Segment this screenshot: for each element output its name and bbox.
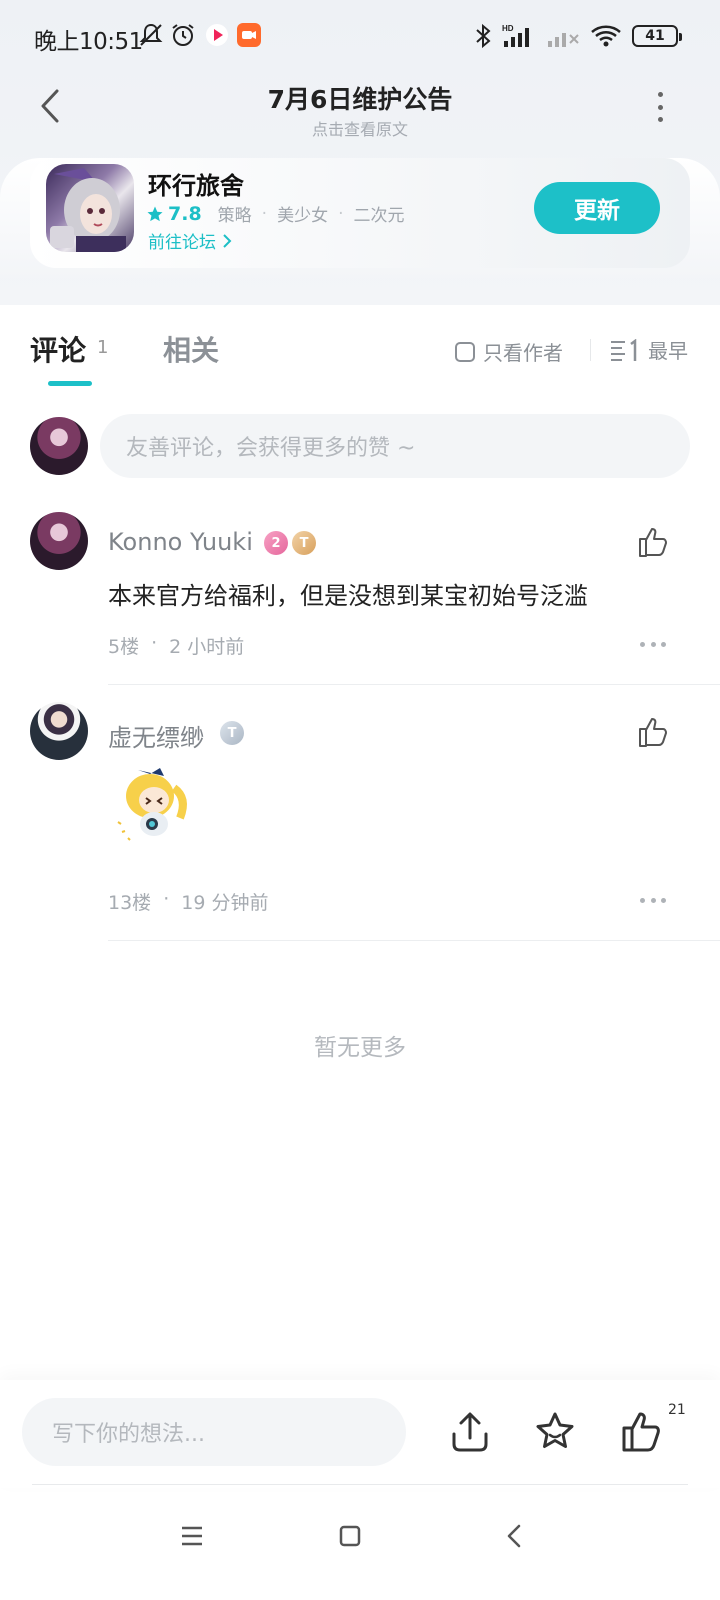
author-only-label: 只看作者	[483, 341, 563, 365]
favorite-star-icon[interactable]	[533, 1410, 577, 1454]
comment-time: 19 分钟前	[181, 892, 269, 914]
comment-meta: 13楼 · 19 分钟前	[108, 888, 268, 915]
author-only-checkbox[interactable]	[455, 341, 475, 362]
game-rating: 7.8	[168, 202, 202, 225]
more-dot	[650, 897, 656, 903]
forum-link[interactable]: 前往论坛	[148, 228, 232, 253]
video-app-icon	[206, 24, 228, 46]
more-dot	[661, 641, 666, 647]
star-icon	[147, 206, 163, 221]
tag-separator: ·	[261, 203, 268, 224]
game-card[interactable]: 环行旅舍 7.8 策略 · 美少女 · 二次元 前往论坛 更新	[30, 158, 690, 268]
more-dot	[640, 641, 645, 647]
more-dot	[650, 641, 656, 647]
avatar[interactable]	[30, 512, 88, 570]
author-only-toggle[interactable]: 只看作者	[455, 337, 563, 366]
comment-floor: 13楼	[108, 892, 152, 914]
signal-icon: HD	[502, 24, 529, 47]
more-dot	[657, 104, 663, 110]
alarm-icon	[172, 24, 194, 46]
game-icon[interactable]	[46, 164, 134, 252]
game-meta: 7.8 策略 · 美少女 · 二次元	[146, 201, 414, 226]
tab-bar: 评论 1 相关 只看作者 最早	[0, 305, 720, 395]
comment-divider	[108, 940, 720, 941]
sticker-image[interactable]	[108, 762, 204, 842]
menu-icon	[182, 1526, 202, 1546]
update-button[interactable]: 更新	[534, 182, 660, 234]
thumbs-up-icon[interactable]	[636, 715, 670, 749]
comment-more-button[interactable]	[640, 640, 666, 648]
game-tag: 策略	[217, 206, 252, 226]
more-dot	[657, 92, 663, 97]
camera-app-icon	[237, 23, 261, 47]
comment-divider	[108, 684, 720, 685]
bell-off-icon	[139, 23, 163, 46]
share-icon[interactable]	[448, 1410, 492, 1454]
game-tag: 二次元	[353, 206, 405, 226]
meta-dot: ·	[163, 888, 170, 910]
chevron-right-icon	[223, 233, 232, 248]
svg-text:HD: HD	[502, 24, 514, 33]
tab-divider	[590, 339, 591, 361]
system-navigation-bar	[0, 1496, 720, 1576]
tag-separator: ·	[338, 203, 344, 224]
battery-icon: 41	[632, 25, 682, 47]
bottom-action-bar: 写下你的想法... 21	[0, 1380, 720, 1488]
like-icon[interactable]	[620, 1410, 664, 1454]
sort-icon	[611, 338, 637, 361]
meta-dot: ·	[151, 632, 158, 654]
sort-label: 最早	[648, 339, 688, 363]
game-tag: 美少女	[277, 206, 329, 226]
view-original-link[interactable]: 点击查看原文	[0, 116, 720, 140]
status-right-group: HD 41	[474, 20, 682, 52]
my-avatar[interactable]	[30, 417, 88, 475]
status-bar: 晚上10:51 HD 41	[0, 0, 720, 72]
tab-comments[interactable]: 评论	[30, 329, 86, 369]
comment-meta: 5楼 · 2 小时前	[108, 632, 244, 659]
more-menu-button[interactable]	[648, 92, 672, 122]
write-thought-input[interactable]: 写下你的想法...	[22, 1398, 406, 1466]
level-badge: 2	[264, 531, 288, 555]
home-button[interactable]	[330, 1516, 370, 1556]
comment-floor: 5楼	[108, 636, 140, 658]
menu-button[interactable]	[172, 1516, 212, 1556]
more-dot	[657, 117, 663, 122]
sort-button[interactable]: 最早	[610, 335, 688, 364]
comment-text[interactable]: 本来官方给福利，但是没想到某宝初始号泛滥	[108, 576, 588, 611]
tab-related[interactable]: 相关	[163, 329, 219, 369]
page-title[interactable]: 7月6日维护公告	[0, 80, 720, 116]
status-time: 晚上10:51	[34, 29, 143, 55]
comment-more-button[interactable]	[640, 896, 666, 904]
more-dot	[640, 897, 645, 903]
home-square-icon	[339, 1525, 361, 1547]
like-count: 21	[668, 1402, 686, 1418]
system-back-button[interactable]	[494, 1516, 534, 1556]
rank-badge: T	[292, 531, 316, 555]
rank-badge: T	[220, 721, 244, 745]
game-character-image	[50, 168, 126, 252]
signal-off-icon	[548, 33, 579, 47]
comment-username[interactable]: Konno Yuuki	[108, 528, 253, 556]
active-tab-indicator	[48, 381, 92, 386]
avatar[interactable]	[30, 702, 88, 760]
comments-count: 1	[97, 337, 109, 358]
comment-time: 2 小时前	[169, 636, 245, 658]
bottom-divider	[32, 1484, 688, 1485]
game-name[interactable]: 环行旅舍	[148, 166, 244, 201]
more-dot	[661, 897, 666, 903]
back-arrow-icon	[507, 1524, 521, 1548]
thumbs-up-icon[interactable]	[636, 525, 670, 559]
comment-input[interactable]: 友善评论，会获得更多的赞 ~	[100, 414, 690, 478]
comment-username[interactable]: 虚无缥缈	[108, 718, 204, 753]
forum-link-label: 前往论坛	[148, 233, 216, 253]
no-more-text: 暂无更多	[314, 1035, 406, 1061]
bluetooth-icon	[476, 23, 491, 49]
wifi-icon	[591, 25, 621, 47]
